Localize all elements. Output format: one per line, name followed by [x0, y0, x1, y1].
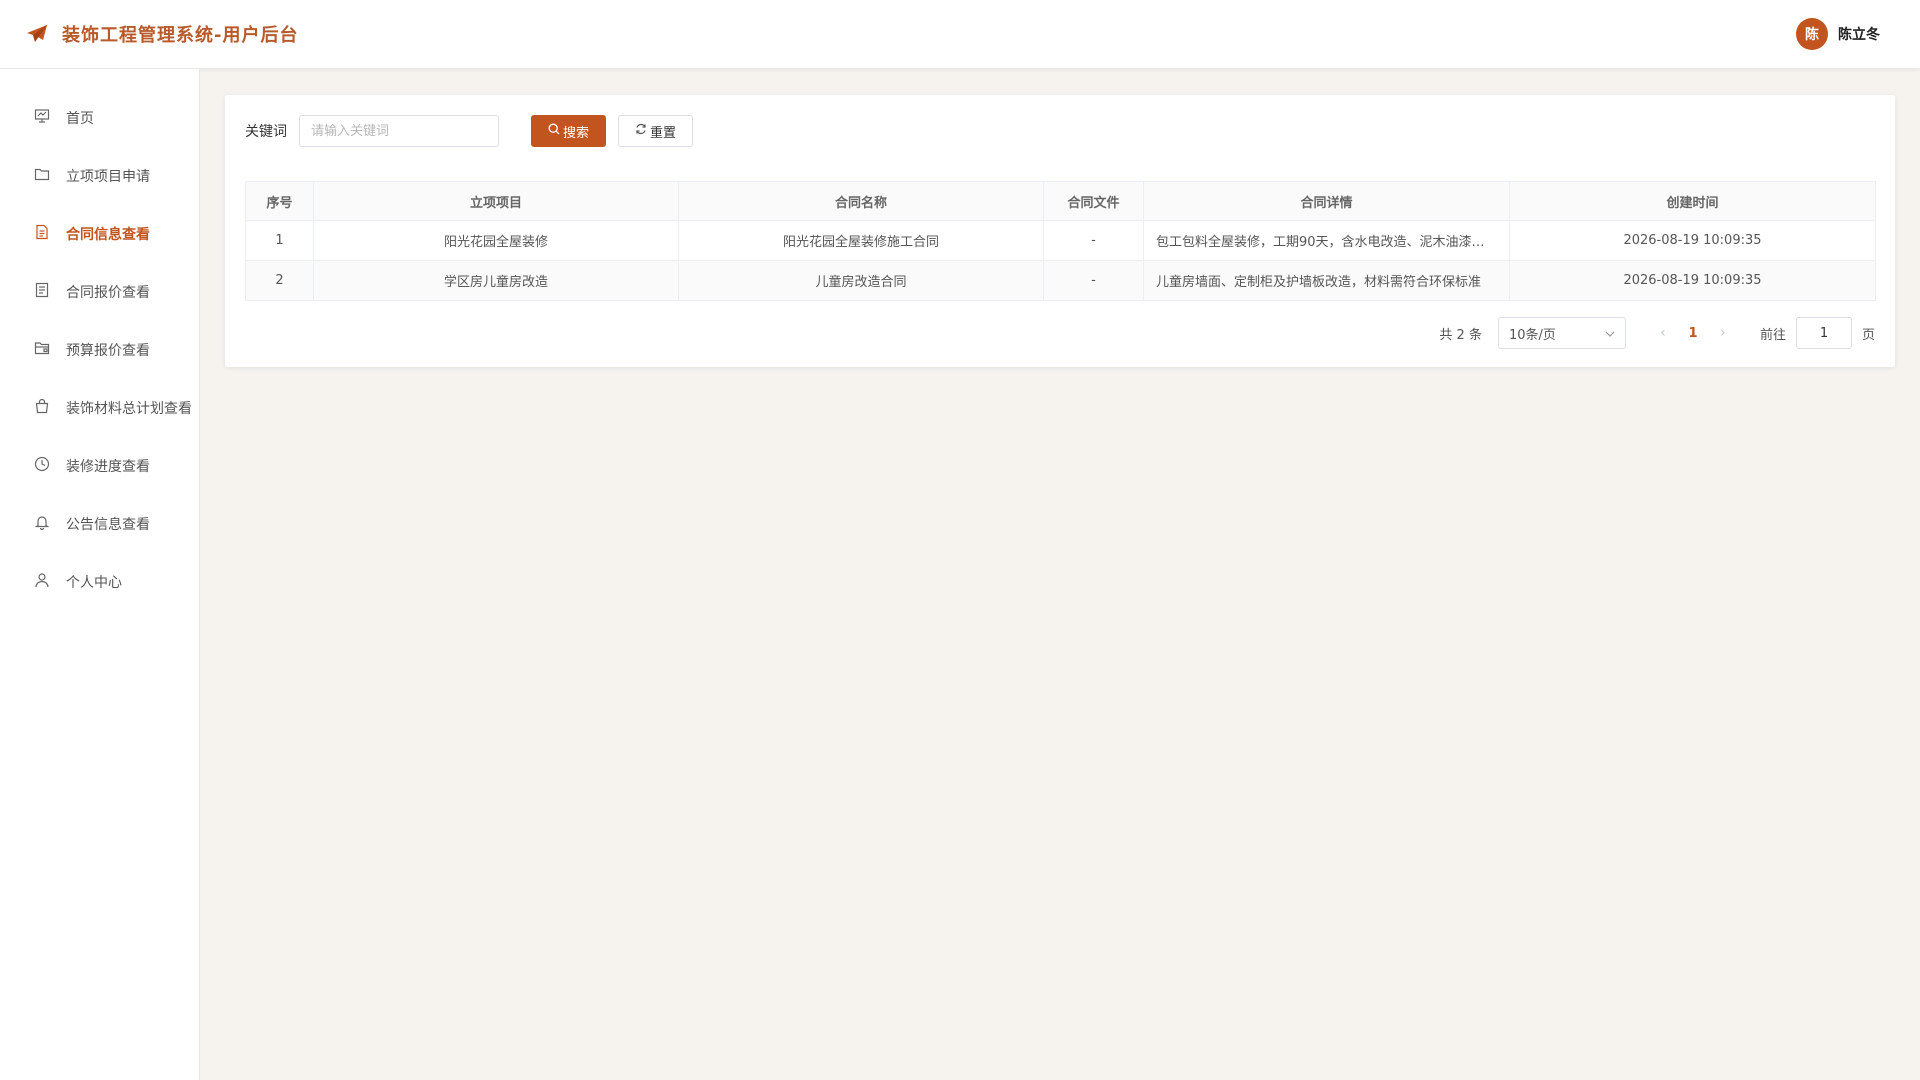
cell-index: 2 [245, 260, 314, 301]
sidebar-item-contract-quote[interactable]: 合同报价查看 [0, 263, 199, 321]
search-label: 关键词 [245, 124, 287, 140]
column-header-contract-detail[interactable]: 合同详情 [1143, 181, 1510, 221]
shopping-bag-icon [34, 398, 50, 418]
cell-project: 阳光花园全屋装修 [313, 220, 679, 261]
sidebar-item-material-plan[interactable]: 装饰材料总计划查看 [0, 379, 199, 437]
page-size-value: 10条/页 [1508, 327, 1556, 343]
user-icon [34, 572, 50, 592]
sidebar: 首页 立项项目申请 合同信息查看 合同报价查看 预算报价查看 装饰材料总计划查看… [0, 69, 200, 1080]
reset-button-label: 重置 [650, 125, 677, 141]
column-header-contract-file[interactable]: 合同文件 [1043, 181, 1144, 221]
folder-add-icon [34, 340, 50, 360]
sidebar-item-label: 公告信息查看 [66, 517, 150, 533]
chevron-down-icon [1605, 326, 1615, 341]
app-title: 装饰工程管理系统-用户后台 [62, 25, 299, 46]
search-icon [548, 123, 560, 139]
sidebar-item-label: 预算报价查看 [66, 343, 150, 359]
sidebar-item-contract-info[interactable]: 合同信息查看 [0, 205, 199, 263]
sidebar-item-project-apply[interactable]: 立项项目申请 [0, 147, 199, 205]
avatar[interactable]: 陈 [1796, 18, 1828, 50]
column-header-project[interactable]: 立项项目 [313, 181, 679, 221]
refresh-icon [635, 123, 647, 139]
search-button[interactable]: 搜索 [531, 115, 607, 147]
sidebar-item-label: 装修进度查看 [66, 459, 150, 475]
search-button-label: 搜索 [563, 125, 590, 141]
goto-page-input[interactable] [1795, 317, 1852, 349]
column-header-index[interactable]: 序号 [245, 181, 314, 221]
sidebar-item-home[interactable]: 首页 [0, 89, 199, 147]
contract-list-card: 关键词 搜索 重置 [225, 95, 1895, 367]
contract-table: 序号 立项项目 合同名称 合同文件 合同详情 创建时间 1 阳光花园全屋装修 阳… [245, 181, 1876, 301]
cell-index: 1 [245, 220, 314, 261]
goto-suffix: 页 [1861, 327, 1875, 343]
sidebar-item-profile[interactable]: 个人中心 [0, 553, 199, 611]
sidebar-item-label: 个人中心 [66, 575, 122, 591]
sidebar-item-announcement[interactable]: 公告信息查看 [0, 495, 199, 553]
prev-page-icon[interactable]: ‹ [1648, 325, 1678, 341]
cell-created-time: 2026-08-19 10:09:35 [1509, 220, 1876, 261]
table-row[interactable]: 2 学区房儿童房改造 儿童房改造合同 - 儿童房墙面、定制柜及护墙板改造，材料需… [245, 260, 1876, 301]
list-document-icon [34, 282, 50, 302]
brand: 装饰工程管理系统-用户后台 [26, 21, 298, 47]
column-header-created-time[interactable]: 创建时间 [1509, 181, 1876, 221]
cell-contract-name: 阳光花园全屋装修施工合同 [678, 220, 1044, 261]
dashboard-icon [34, 108, 50, 128]
pagination-total: 共 2 条 [1439, 327, 1482, 343]
sidebar-item-label: 装饰材料总计划查看 [66, 401, 192, 417]
user-menu[interactable]: 陈 陈立冬 [1796, 18, 1880, 50]
bell-icon [34, 514, 50, 534]
cell-created-time: 2026-08-19 10:09:35 [1509, 260, 1876, 301]
sidebar-item-label: 合同信息查看 [66, 227, 150, 243]
cell-contract-detail: 儿童房墙面、定制柜及护墙板改造，材料需符合环保标准 [1143, 260, 1510, 301]
paper-plane-icon [26, 24, 48, 44]
sidebar-item-budget-quote[interactable]: 预算报价查看 [0, 321, 199, 379]
page-size-select[interactable]: 10条/页 [1497, 317, 1626, 349]
table-row[interactable]: 1 阳光花园全屋装修 阳光花园全屋装修施工合同 - 包工包料全屋装修，工期90天… [245, 220, 1876, 261]
reset-button[interactable]: 重置 [618, 115, 694, 147]
search-input[interactable] [299, 115, 499, 147]
search-bar: 关键词 搜索 重置 [245, 115, 1875, 147]
cell-contract-file: - [1043, 220, 1144, 261]
column-header-contract-name[interactable]: 合同名称 [678, 181, 1044, 221]
goto-label: 前往 [1759, 327, 1786, 343]
top-header: 装饰工程管理系统-用户后台 陈 陈立冬 [0, 0, 1920, 69]
main-content: 关键词 搜索 重置 [200, 69, 1920, 1080]
sidebar-item-label: 立项项目申请 [66, 169, 150, 185]
folder-icon [34, 166, 50, 186]
clock-icon [34, 456, 50, 476]
user-name[interactable]: 陈立冬 [1838, 24, 1880, 44]
pagination: 共 2 条 10条/页 ‹ 1 › 前往 页 [245, 317, 1875, 349]
cell-contract-detail: 包工包料全屋装修，工期90天，含水电改造、泥木油漆、厨卫安装等 [1143, 220, 1510, 261]
cell-contract-file: - [1043, 260, 1144, 301]
next-page-icon[interactable]: › [1708, 325, 1738, 341]
table-header-row: 序号 立项项目 合同名称 合同文件 合同详情 创建时间 [245, 181, 1876, 221]
sidebar-item-progress[interactable]: 装修进度查看 [0, 437, 199, 495]
sidebar-item-label: 首页 [66, 111, 94, 127]
sidebar-item-label: 合同报价查看 [66, 285, 150, 301]
cell-contract-name: 儿童房改造合同 [678, 260, 1044, 301]
document-icon [34, 224, 50, 244]
cell-project: 学区房儿童房改造 [313, 260, 679, 301]
page-number[interactable]: 1 [1678, 326, 1708, 341]
